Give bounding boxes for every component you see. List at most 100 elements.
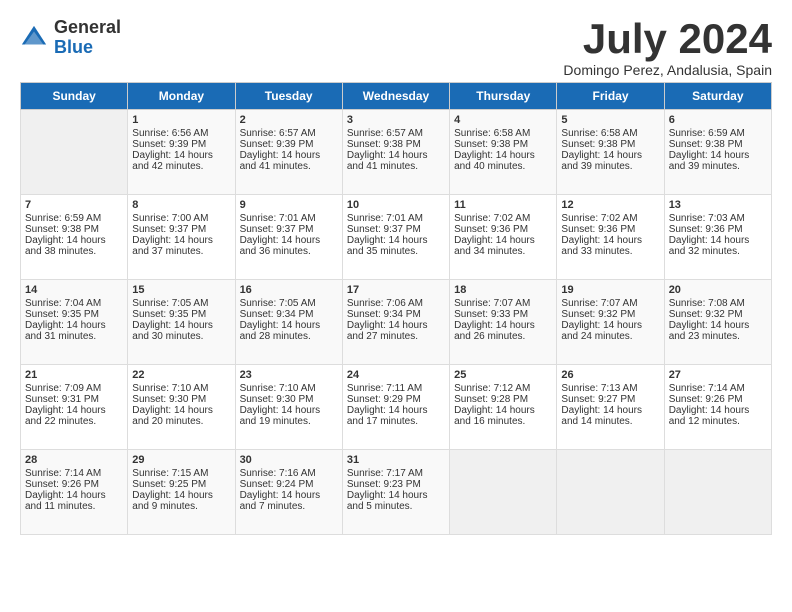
daylight-text: Daylight: 14 hours and 34 minutes.	[454, 235, 535, 257]
sunrise-text: Sunrise: 6:58 AM	[454, 128, 530, 139]
day-cell: 6Sunrise: 6:59 AMSunset: 9:38 PMDaylight…	[664, 110, 771, 195]
day-cell	[664, 450, 771, 535]
sunrise-text: Sunrise: 7:14 AM	[25, 468, 101, 479]
sunset-text: Sunset: 9:26 PM	[669, 394, 743, 405]
daylight-text: Daylight: 14 hours and 36 minutes.	[240, 235, 321, 257]
day-number: 25	[454, 369, 552, 381]
sunset-text: Sunset: 9:26 PM	[25, 479, 99, 490]
day-cell: 26Sunrise: 7:13 AMSunset: 9:27 PMDayligh…	[557, 365, 664, 450]
daylight-text: Daylight: 14 hours and 12 minutes.	[669, 405, 750, 427]
day-number: 4	[454, 114, 552, 126]
day-number: 29	[132, 454, 230, 466]
sunrise-text: Sunrise: 7:07 AM	[454, 298, 530, 309]
sunrise-text: Sunrise: 7:05 AM	[240, 298, 316, 309]
day-cell: 27Sunrise: 7:14 AMSunset: 9:26 PMDayligh…	[664, 365, 771, 450]
day-cell: 7Sunrise: 6:59 AMSunset: 9:38 PMDaylight…	[21, 195, 128, 280]
sunset-text: Sunset: 9:38 PM	[561, 139, 635, 150]
week-row-3: 21Sunrise: 7:09 AMSunset: 9:31 PMDayligh…	[21, 365, 772, 450]
col-sunday: Sunday	[21, 83, 128, 110]
daylight-text: Daylight: 14 hours and 33 minutes.	[561, 235, 642, 257]
day-cell: 9Sunrise: 7:01 AMSunset: 9:37 PMDaylight…	[235, 195, 342, 280]
sunrise-text: Sunrise: 7:05 AM	[132, 298, 208, 309]
sunrise-text: Sunrise: 7:00 AM	[132, 213, 208, 224]
page: General Blue July 2024 Domingo Perez, An…	[0, 0, 792, 545]
sunset-text: Sunset: 9:25 PM	[132, 479, 206, 490]
daylight-text: Daylight: 14 hours and 11 minutes.	[25, 490, 106, 512]
week-row-4: 28Sunrise: 7:14 AMSunset: 9:26 PMDayligh…	[21, 450, 772, 535]
sunrise-text: Sunrise: 7:03 AM	[669, 213, 745, 224]
sunset-text: Sunset: 9:36 PM	[561, 224, 635, 235]
day-cell: 20Sunrise: 7:08 AMSunset: 9:32 PMDayligh…	[664, 280, 771, 365]
day-cell: 17Sunrise: 7:06 AMSunset: 9:34 PMDayligh…	[342, 280, 449, 365]
day-number: 16	[240, 284, 338, 296]
col-friday: Friday	[557, 83, 664, 110]
col-monday: Monday	[128, 83, 235, 110]
day-cell: 11Sunrise: 7:02 AMSunset: 9:36 PMDayligh…	[450, 195, 557, 280]
week-row-2: 14 Sunrise: 7:04 AM Sunset: 9:35 PM Dayligh…	[21, 280, 772, 365]
sunset-text: Sunset: 9:38 PM	[669, 139, 743, 150]
day-cell: 25Sunrise: 7:12 AMSunset: 9:28 PMDayligh…	[450, 365, 557, 450]
location-subtitle: Domingo Perez, Andalusia, Spain	[563, 62, 772, 78]
header: General Blue July 2024 Domingo Perez, An…	[20, 18, 772, 78]
sunset-text: Sunset: 9:35 PM	[132, 309, 206, 320]
day-number: 11	[454, 199, 552, 211]
sunrise-text: Sunrise: 7:02 AM	[561, 213, 637, 224]
sunrise-text: Sunrise: 7:12 AM	[454, 383, 530, 394]
calendar-table: Sunday Monday Tuesday Wednesday Thursday…	[20, 82, 772, 535]
sunset-text: Sunset: 9:24 PM	[240, 479, 314, 490]
sunset-text: Sunset: 9:34 PM	[240, 309, 314, 320]
day-cell: 15Sunrise: 7:05 AMSunset: 9:35 PMDayligh…	[128, 280, 235, 365]
sunrise-text: Sunrise: 7:04 AM	[25, 298, 101, 309]
sunset-text: Sunset: 9:30 PM	[240, 394, 314, 405]
day-number: 9	[240, 199, 338, 211]
day-number: 31	[347, 454, 445, 466]
header-row: Sunday Monday Tuesday Wednesday Thursday…	[21, 83, 772, 110]
day-cell: 30Sunrise: 7:16 AMSunset: 9:24 PMDayligh…	[235, 450, 342, 535]
sunrise-text: Sunrise: 7:08 AM	[669, 298, 745, 309]
week-row-0: 1Sunrise: 6:56 AMSunset: 9:39 PMDaylight…	[21, 110, 772, 195]
logo-blue-text: Blue	[54, 38, 121, 58]
daylight-text: Daylight: 14 hours and 26 minutes.	[454, 320, 535, 342]
sunset-text: Sunset: 9:31 PM	[25, 394, 99, 405]
logo-icon	[20, 24, 48, 52]
day-number: 27	[669, 369, 767, 381]
col-tuesday: Tuesday	[235, 83, 342, 110]
daylight-text: Daylight: 14 hours and 20 minutes.	[132, 405, 213, 427]
sunset-text: Sunset: 9:27 PM	[561, 394, 635, 405]
daylight-text: Daylight: 14 hours and 22 minutes.	[25, 405, 106, 427]
daylight-text: Daylight: 14 hours and 16 minutes.	[454, 405, 535, 427]
day-cell: 29Sunrise: 7:15 AMSunset: 9:25 PMDayligh…	[128, 450, 235, 535]
sunset-text: Sunset: 9:32 PM	[561, 309, 635, 320]
daylight-text: Daylight: 14 hours and 35 minutes.	[347, 235, 428, 257]
sunset-text: Sunset: 9:39 PM	[240, 139, 314, 150]
sunrise-text: Sunrise: 6:58 AM	[561, 128, 637, 139]
sunset-text: Sunset: 9:29 PM	[347, 394, 421, 405]
day-number: 21	[25, 369, 123, 381]
sunset-text: Sunset: 9:33 PM	[454, 309, 528, 320]
day-cell: 2Sunrise: 6:57 AMSunset: 9:39 PMDaylight…	[235, 110, 342, 195]
day-cell: 22Sunrise: 7:10 AMSunset: 9:30 PMDayligh…	[128, 365, 235, 450]
day-number: 22	[132, 369, 230, 381]
day-cell: 18Sunrise: 7:07 AMSunset: 9:33 PMDayligh…	[450, 280, 557, 365]
day-number: 2	[240, 114, 338, 126]
daylight-text: Daylight: 14 hours and 37 minutes.	[132, 235, 213, 257]
sunrise-text: Sunrise: 7:13 AM	[561, 383, 637, 394]
day-number: 19	[561, 284, 659, 296]
sunset-text: Sunset: 9:36 PM	[669, 224, 743, 235]
daylight-text: Daylight: 14 hours and 9 minutes.	[132, 490, 213, 512]
day-number: 14	[25, 284, 123, 296]
day-cell: 1Sunrise: 6:56 AMSunset: 9:39 PMDaylight…	[128, 110, 235, 195]
sunset-text: Sunset: 9:34 PM	[347, 309, 421, 320]
daylight-text: Daylight: 14 hours and 14 minutes.	[561, 405, 642, 427]
day-cell: 21Sunrise: 7:09 AMSunset: 9:31 PMDayligh…	[21, 365, 128, 450]
day-cell: 14Sunrise: 7:04 AMSunset: 9:35 PMDayligh…	[21, 280, 128, 365]
sunrise-text: Sunrise: 7:07 AM	[561, 298, 637, 309]
sunset-text: Sunset: 9:38 PM	[454, 139, 528, 150]
day-cell: 10Sunrise: 7:01 AMSunset: 9:37 PMDayligh…	[342, 195, 449, 280]
day-cell: 13Sunrise: 7:03 AMSunset: 9:36 PMDayligh…	[664, 195, 771, 280]
day-number: 20	[669, 284, 767, 296]
day-number: 7	[25, 199, 123, 211]
daylight-text: Daylight: 14 hours and 28 minutes.	[240, 320, 321, 342]
daylight-text: Daylight: 14 hours and 23 minutes.	[669, 320, 750, 342]
daylight-text: Daylight: 14 hours and 24 minutes.	[561, 320, 642, 342]
